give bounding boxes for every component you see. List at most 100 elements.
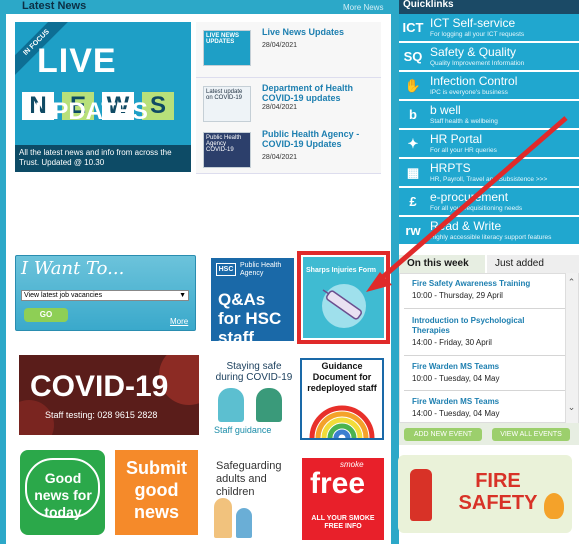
tab-on-this-week[interactable]: On this week	[399, 255, 485, 273]
quicklink-icon: ✋	[404, 78, 422, 93]
scroll-down-icon[interactable]: ⌄	[565, 402, 578, 414]
quicklink-item[interactable]: ICT ICT Self-service For logging all your …	[399, 14, 579, 42]
latest-news-heading: Latest News	[22, 0, 87, 12]
quicklinks-heading: Quicklinks	[403, 0, 454, 10]
quicklink-subtitle: HR, Payroll, Travel and Subsistence >>>	[430, 176, 548, 183]
quicklink-title[interactable]: ICT Self-service	[430, 16, 515, 30]
person-illustration	[214, 498, 232, 538]
event-item[interactable]: Introduction to Psychological Therapies 1…	[412, 316, 562, 347]
i-want-to-more-link[interactable]: More	[170, 317, 188, 326]
quicklink-icon: b	[409, 107, 417, 122]
news-item[interactable]: LIVE NEWS UPDATES Live News Updates 28/0…	[196, 22, 381, 78]
event-time: 14:00 - Friday, 30 April	[412, 338, 492, 347]
quicklinks-header: Quicklinks	[399, 0, 579, 14]
quicklink-item[interactable]: ✦ HR Portal For all your HR queries	[399, 130, 579, 158]
divider	[404, 390, 568, 391]
staff-illustration	[256, 388, 282, 422]
event-item[interactable]: Fire Warden MS Teams 10:00 - Tuesday, 04 …	[412, 362, 562, 383]
quicklink-title[interactable]: b well	[430, 103, 461, 117]
divider	[404, 308, 568, 309]
event-title[interactable]: Fire Warden MS Teams	[412, 362, 562, 372]
quicklink-icon: ✦	[407, 136, 419, 151]
quicklink-item[interactable]: SQ Safety & Quality Quality Improvement In…	[399, 43, 579, 71]
quicklink-subtitle: For all your HR queries	[430, 147, 497, 154]
smoke-free-subtitle: ALL YOUR SMOKE FREE INFO	[311, 515, 375, 530]
safeguarding-title: Safeguarding adults and children	[216, 460, 282, 498]
quicklink-title[interactable]: Safety & Quality	[430, 45, 516, 59]
staff-illustration	[218, 388, 244, 422]
fire-extinguisher-icon	[410, 469, 432, 521]
pha-label: Public Health Agency	[240, 262, 282, 277]
news-date: 28/04/2021	[262, 154, 298, 161]
news-item[interactable]: Public Health Agency COVID-19 Public Hea…	[196, 124, 381, 174]
quicklink-item[interactable]: ✋ Infection Control IPC is everyone's busi…	[399, 72, 579, 100]
select-value: View latest job vacancies	[24, 292, 103, 299]
covid-tile-title: COVID-19	[30, 370, 169, 403]
quicklink-item[interactable]: ▦ HRPTS HR, Payroll, Travel and Subsistenc…	[399, 159, 579, 187]
hero-line-live: LIVE	[37, 42, 117, 80]
quicklink-icon: SQ	[403, 49, 423, 64]
quicklink-title[interactable]: HR Portal	[430, 132, 482, 146]
event-title[interactable]: Fire Warden MS Teams	[412, 397, 562, 407]
news-thumbnail: Public Health Agency COVID-19	[203, 132, 251, 168]
event-title[interactable]: Fire Safety Awareness Training	[412, 279, 562, 289]
quicklink-icon: ICT	[402, 20, 424, 35]
more-news-link[interactable]: More News	[343, 3, 383, 12]
chevron-down-icon: ▼	[179, 292, 186, 299]
news-date: 28/04/2021	[262, 42, 298, 49]
quicklink-subtitle: For logging all your ICT requests	[430, 31, 525, 38]
view-all-events-button[interactable]: VIEW ALL EVENTS	[492, 428, 570, 441]
news-title[interactable]: Department of Health COVID-19 updates	[262, 83, 380, 103]
page-frame-left	[0, 0, 6, 544]
tab-just-added[interactable]: Just added	[487, 255, 579, 273]
hero-line-updates: UPDATES	[35, 98, 148, 125]
guidance-tile-title: Guidance Document for redeployed staff	[307, 361, 377, 393]
i-want-to-title: I Want To...	[21, 258, 125, 279]
event-item[interactable]: Fire Safety Awareness Training 10:00 - Th…	[412, 279, 562, 300]
submit-good-news-text: Submit good news	[126, 458, 187, 522]
divider	[404, 355, 568, 356]
staying-safe-subtitle: Staff guidance	[214, 425, 272, 435]
news-thumbnail: LIVE NEWS UPDATES	[203, 30, 251, 66]
rainbow-icon	[309, 405, 375, 438]
smoke-free-logo: free	[310, 467, 366, 500]
add-event-button[interactable]: ADD NEW EVENT	[404, 428, 482, 441]
quicklink-item[interactable]: b b well Staff health & wellbeing	[399, 101, 579, 129]
quicklink-icon: £	[409, 194, 417, 209]
quicklink-subtitle: Highly accessible literacy support featu…	[430, 234, 552, 241]
qa-tile-text: Q&As for HSC staff	[218, 290, 282, 347]
good-news-text: Good news for today	[34, 470, 92, 520]
event-time: 10:00 - Tuesday, 04 May	[412, 374, 500, 383]
fire-safety-text: FIRE SAFETY	[458, 470, 538, 514]
news-thumbnail: Latest update on COVID-19	[203, 86, 251, 122]
quicklink-icon: rw	[405, 223, 421, 238]
event-title[interactable]: Introduction to Psychological Therapies	[412, 316, 562, 336]
news-title[interactable]: Public Health Agency - COVID-19 Updates	[262, 129, 380, 149]
news-title[interactable]: Live News Updates	[262, 27, 380, 37]
hero-caption: All the latest news and info from across…	[15, 145, 191, 172]
news-date: 28/04/2021	[262, 104, 298, 111]
event-time: 14:00 - Tuesday, 04 May	[412, 409, 500, 418]
event-item[interactable]: Fire Warden MS Teams 14:00 - Tuesday, 04 …	[412, 397, 562, 418]
quicklink-item[interactable]: rw Read & Write Highly accessible literacy…	[399, 217, 579, 245]
quicklink-subtitle: Staff health & wellbeing	[430, 118, 498, 125]
event-time: 10:00 - Thursday, 29 April	[412, 291, 503, 300]
i-want-to-select[interactable]: View latest job vacancies ▼	[21, 290, 189, 301]
quicklink-subtitle: Quality Improvement Information	[430, 60, 525, 67]
quicklink-title[interactable]: e-procurement	[430, 190, 508, 204]
staying-safe-title: Staying safe during COVID-19	[215, 361, 293, 383]
quicklink-item[interactable]: £ e-procurement For all your requisitionin…	[399, 188, 579, 216]
quicklink-icon: ▦	[406, 165, 420, 180]
sharps-tile-title: Sharps Injuries Form	[306, 267, 377, 274]
go-button[interactable]: GO	[24, 308, 68, 322]
quicklink-title[interactable]: HRPTS	[430, 161, 471, 175]
quicklink-subtitle: For all your requisitioning needs	[430, 205, 523, 212]
quicklink-subtitle: IPC is everyone's business	[430, 89, 508, 96]
events-scrollbar[interactable]	[565, 273, 578, 423]
syringe-icon	[322, 284, 366, 328]
scroll-up-icon[interactable]: ⌃	[565, 277, 578, 289]
person-illustration	[236, 508, 252, 538]
quicklink-title[interactable]: Infection Control	[430, 74, 517, 88]
hsc-logo: HSC	[216, 263, 236, 276]
quicklink-title[interactable]: Read & Write	[430, 219, 501, 233]
